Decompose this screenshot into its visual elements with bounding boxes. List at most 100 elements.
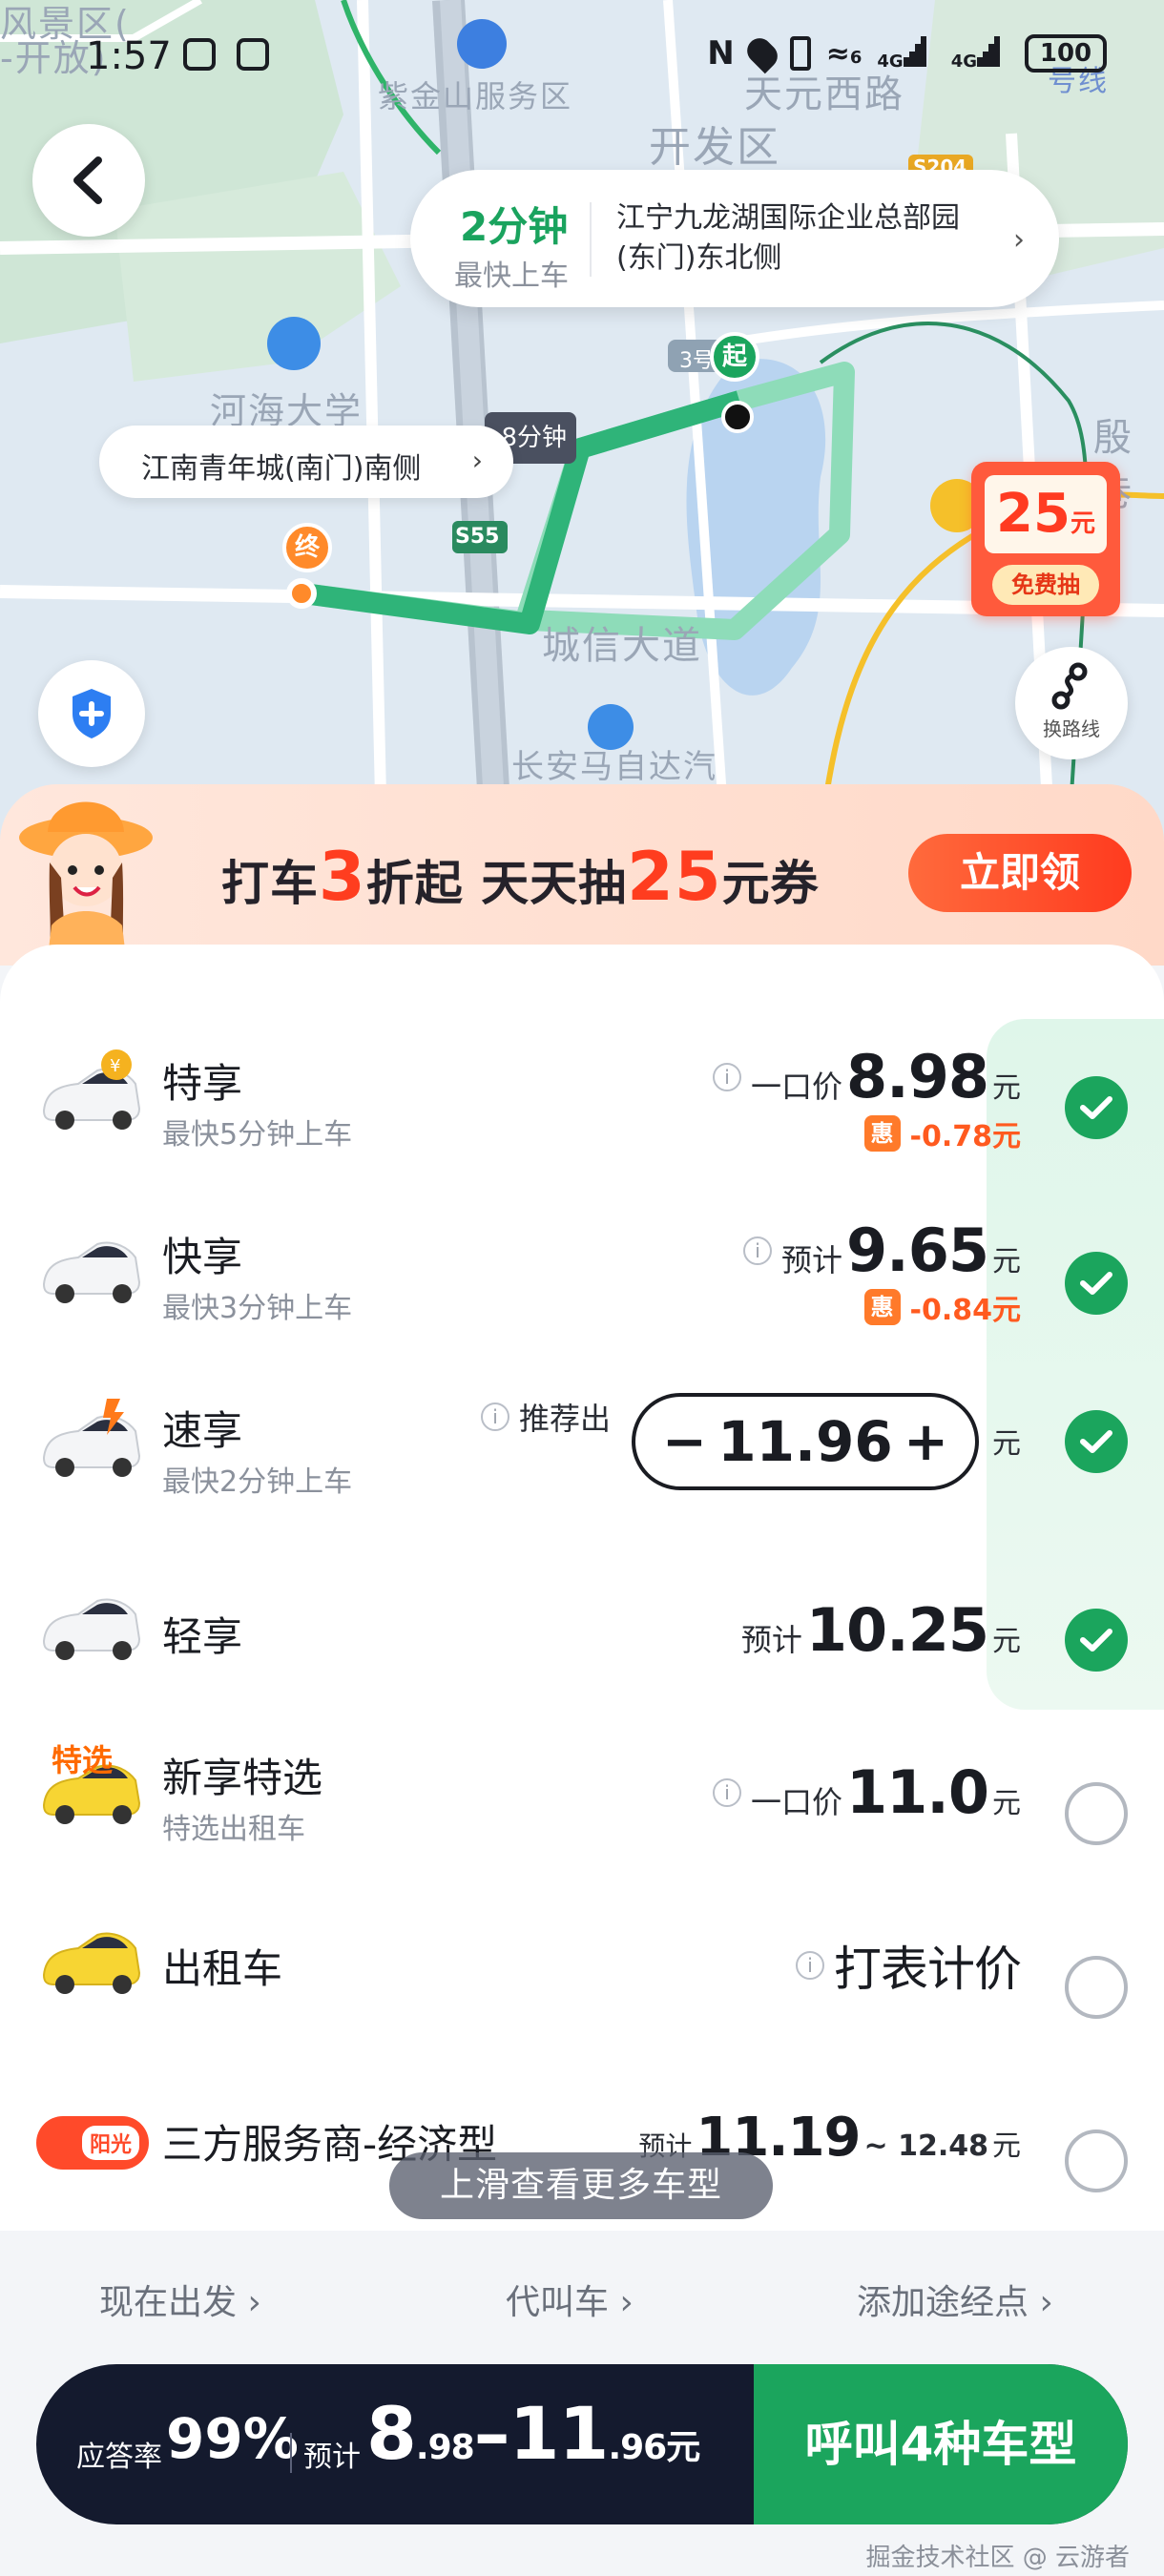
status-time: 1:57 [86,34,172,78]
chevron-right-icon: › [619,2283,634,2322]
pickup-minutes: 2分钟 [460,203,569,250]
info-icon[interactable]: i [713,1062,741,1091]
ride-checkbox[interactable] [1065,1076,1128,1139]
ride-name: 快享 [162,1234,243,1280]
ride-name: 新享特选 [162,1755,323,1801]
ride-eta: 最快3分钟上车 [162,1292,353,1325]
add-stop-label: 添加途经点 [857,2283,1029,2322]
ride-checkbox[interactable] [1065,1609,1128,1672]
location-icon [741,32,782,74]
price-label: 预计 [740,1622,802,1658]
status-icons: N ≈6 4G 4G 100 [707,32,1107,74]
car-icon-light [42,1598,141,1660]
ride-checkbox[interactable] [1065,1956,1128,2019]
map-label: 开发区 [649,123,780,172]
user-location-icon [721,401,754,433]
max-dec: .96 [608,2428,667,2467]
price-value: 8.98 [846,1042,989,1111]
ride-price: i 预计 9.65 元 [743,1215,1021,1285]
discount: 惠 -0.78元 [863,1112,1021,1154]
depart-now-label: 现在出发 [99,2283,238,2322]
nfc-icon: N [707,34,735,73]
chevron-right-icon: › [471,445,483,476]
minus-button[interactable]: − [662,1411,707,1473]
pickup-sub: 最快上车 [454,260,569,293]
start-marker: 起 [710,332,759,382]
start-marker-label: 起 [721,343,747,371]
price-value: 10.25 [805,1595,989,1665]
wifi-icon: ≈6 [825,36,863,71]
ride-checkbox[interactable] [1065,1410,1128,1473]
estimate-label: 预计 [303,2441,361,2474]
map-label: 城信大道 [542,624,702,668]
plus-button[interactable]: + [904,1411,948,1473]
ride-row-xinxiang-texuan[interactable]: 特选 新享特选 特选出租车 i 一口价 11.0 元 [0,1725,1164,1897]
depart-now-button[interactable]: 现在出发 › [99,2275,261,2324]
safety-button[interactable] [38,660,145,767]
promo-highlight: 3 [319,838,366,916]
ride-row-kuaixiang[interactable]: 快享 最快3分钟上车 i 预计 9.65 元 惠 -0.84元 [0,1204,1164,1376]
car-icon-fast [42,1399,141,1477]
min-int: 8 [366,2391,417,2476]
scroll-more-hint[interactable]: 上滑查看更多车型 [389,2152,773,2219]
coupon-amount: 25元 [996,483,1095,545]
price-label: 一口价 [751,1784,843,1820]
ride-name: 轻享 [162,1613,243,1660]
coupon-unit: 元 [1070,509,1095,538]
car-icon-taxi [42,1932,141,1994]
check-icon [1080,1272,1112,1295]
road-badge: 3号 [679,349,714,373]
claim-button[interactable]: 立即领 [908,834,1132,912]
price-unit: 元 [992,1625,1021,1658]
destination-text: 江南青年城(南门)南侧 [141,452,422,486]
price-summary: 应答率 99% 预计 8.98–11.96元 [36,2364,763,2524]
coupon-badge[interactable]: 25元 免费抽 [971,462,1120,616]
third-party-badge: 阳光 [81,2126,139,2160]
info-icon[interactable]: i [480,1402,509,1431]
car-badge: 特选 [52,1742,114,1778]
call-for-others-button[interactable]: 代叫车 › [506,2275,634,2324]
info-icon[interactable]: i [713,1777,741,1807]
price-unit: 元 [992,1787,1021,1820]
ride-checkbox[interactable] [1065,1782,1128,1845]
ride-row-qingxiang[interactable]: 轻享 预计 10.25 元 [0,1551,1164,1723]
divider [290,2433,292,2473]
back-button[interactable] [32,124,145,237]
ride-row-texiang[interactable]: ¥ 特享 最快5分钟上车 i 一口价 8.98 元 惠 -0.78元 [0,1030,1164,1202]
ride-checkbox[interactable] [1065,1252,1128,1315]
promo-text: 打车3折起 天天抽25元券 [221,838,820,916]
ride-options-sheet[interactable]: ¥ 特享 最快5分钟上车 i 一口价 8.98 元 惠 -0.78元 快享 最快… [0,945,1164,2231]
destination-card[interactable]: 江南青年城(南门)南侧 › [99,426,513,498]
ride-row-taxi[interactable]: 出租车 i 打表计价 [0,1899,1164,2070]
coupon-draw-label: 免费抽 [992,565,1099,605]
end-marker: 终 [282,523,332,572]
check-icon [1080,1629,1112,1652]
app-notification-icon [183,38,216,71]
third-party-logo: 阳光 [36,2116,149,2170]
info-icon[interactable]: i [796,1951,824,1980]
ride-row-suxiang[interactable]: 速享 最快2分钟上车 i 推荐出 − 11.96 + 元 [0,1378,1164,1549]
end-marker-label: 终 [294,533,320,562]
ride-checkbox[interactable] [1065,2129,1128,2192]
info-icon[interactable]: i [743,1236,772,1265]
estimate-range: 8.98–11.96元 [366,2391,700,2476]
signal-icon-2: 4G [951,35,1009,72]
add-stop-button[interactable]: 添加途经点 › [857,2275,1053,2324]
price-value: 打表计价 [834,1942,1022,1997]
chevron-right-icon: › [1039,2283,1053,2322]
car-icon-express [42,1241,141,1303]
map-view[interactable]: 风景区( -开放) 开发区 天元西路 紫金山服务区 河海大学 殷巷 城信大道 长… [0,0,1164,840]
switch-route-button[interactable]: 换路线 [1015,647,1128,759]
ride-name: 出租车 [162,1945,283,1992]
ride-eta: 最快5分钟上车 [162,1118,353,1152]
promo-banner[interactable]: 打车3折起 天天抽25元券 立即领 [0,784,1164,966]
price-label: 预计 [781,1242,843,1278]
ride-price-label: i 推荐出 [480,1395,611,1439]
call-for-others-label: 代叫车 [506,2283,610,2322]
ride-price: 预计 10.25 元 [741,1595,1021,1665]
range-unit: 元 [666,2428,700,2467]
price-stepper: − 11.96 + [632,1393,979,1490]
pickup-card[interactable]: 2分钟 最快上车 江宁九龙湖国际企业总部园(东门)东北侧 › [410,170,1059,307]
call-rides-button[interactable]: 呼叫4种车型 [754,2364,1128,2524]
app-notification-icon [237,38,269,71]
